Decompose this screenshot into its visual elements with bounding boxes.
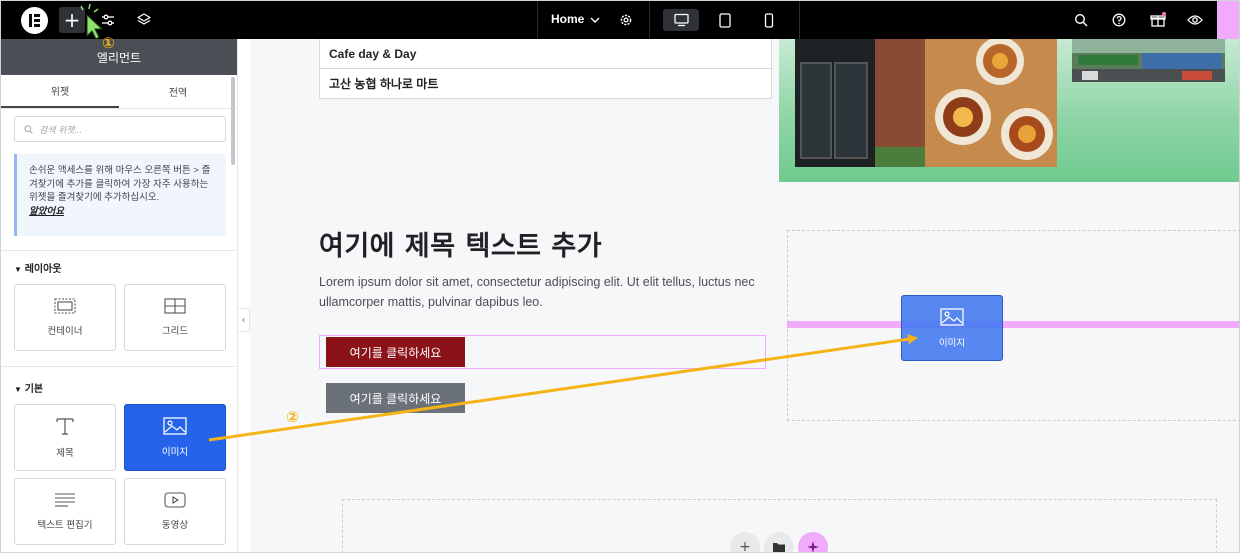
table-row: 고산 농협 하나로 마트 — [320, 69, 771, 99]
grid-icon — [164, 298, 186, 314]
folder-icon — [773, 543, 785, 552]
heading-widget[interactable]: 여기에 제목 텍스트 추가 — [319, 224, 602, 263]
plus-icon: + — [739, 539, 751, 553]
collapse-panel-button[interactable]: ‹ — [238, 308, 250, 332]
add-element-button[interactable]: + — [59, 7, 85, 33]
store-table: Cafe day & Day 고산 농협 하나로 마트 — [319, 39, 772, 99]
image-icon — [940, 307, 964, 326]
widget-label: 그리드 — [161, 326, 189, 337]
top-bar: + Home — [1, 1, 1239, 39]
widgets-panel: 엘리먼트 위젯 전역 검색 위젯... 손쉬운 액세스를 위해 마우스 오른쪽 … — [1, 39, 238, 552]
market-photo[interactable] — [1072, 39, 1225, 82]
divider — [1, 250, 238, 251]
sparkle-icon — [807, 541, 819, 552]
widget-video[interactable]: 동영상 — [124, 478, 226, 545]
container-icon — [54, 298, 76, 314]
tablet-icon — [719, 12, 731, 28]
tab-widgets[interactable]: 위젯 — [1, 75, 119, 108]
mobile-view-button[interactable] — [761, 12, 777, 28]
image-icon — [163, 417, 187, 435]
layers-icon — [137, 13, 151, 25]
drop-indicator — [787, 321, 1239, 328]
panel-title: 엘리먼트 — [1, 39, 237, 75]
divider — [649, 1, 650, 39]
widget-label: 텍스트 편집기 — [37, 520, 93, 531]
table-row: Cafe day & Day — [320, 39, 771, 69]
dismiss-link[interactable]: 알았어요 — [29, 205, 216, 219]
widget-image[interactable]: 이미지 — [124, 404, 226, 471]
search-icon — [24, 124, 33, 134]
sliders-icon — [102, 14, 114, 26]
eye-icon — [1187, 15, 1203, 25]
structure-button[interactable] — [135, 11, 153, 29]
click-here-button[interactable]: 여기를 클릭하세요 — [326, 337, 465, 367]
page-settings-button[interactable] — [618, 12, 634, 28]
widget-heading[interactable]: 제목 — [14, 404, 116, 471]
site-settings-button[interactable] — [99, 11, 117, 29]
step-marker-2: ② — [286, 408, 299, 426]
widget-label: 이미지 — [161, 447, 189, 458]
search-icon — [1074, 13, 1088, 27]
cafe-photo[interactable] — [795, 39, 1057, 167]
mobile-icon — [764, 12, 774, 28]
caret-down-icon: ▼ — [14, 385, 22, 394]
elementor-editor: + Home 엘리먼트 위젯 전역 검색 위젯... 손쉬운 액세스를 위해 마… — [0, 0, 1240, 553]
widget-grid[interactable]: 그리드 — [124, 284, 226, 351]
favorites-notice: 손쉬운 액세스를 위해 마우스 오른쪽 버튼 > 즐겨찾기에 추가를 클릭하여 … — [14, 154, 226, 236]
notice-text: 손쉬운 액세스를 위해 마우스 오른쪽 버튼 > 즐겨찾기에 추가를 클릭하여 … — [29, 165, 211, 203]
page-canvas: Cafe day & Day 고산 농협 하나로 마트 여기에 제목 텍스트 추… — [250, 39, 1239, 553]
widget-label: 제목 — [56, 448, 74, 459]
help-icon — [1112, 13, 1126, 27]
video-icon — [164, 492, 186, 508]
chevron-left-icon: ‹ — [241, 314, 246, 326]
search-input[interactable]: 검색 위젯... — [14, 116, 226, 142]
page-selector[interactable]: Home — [551, 12, 584, 26]
text-editor-icon — [55, 493, 75, 507]
heading-icon — [56, 418, 74, 435]
panel-tabs: 위젯 전역 — [1, 75, 237, 109]
drag-label: 이미지 — [938, 337, 966, 349]
divider — [799, 1, 800, 39]
chevron-down-icon[interactable] — [588, 13, 602, 27]
click-here-button-secondary[interactable]: 여기를 클릭하세요 — [326, 383, 465, 413]
section-layout-label: 레이아웃 — [24, 264, 62, 275]
help-button[interactable] — [1111, 12, 1127, 28]
widget-label: 컨테이너 — [47, 326, 83, 337]
widget-text-editor[interactable]: 텍스트 편집기 — [14, 478, 116, 545]
tab-global[interactable]: 전역 — [119, 75, 237, 108]
widget-label: 동영상 — [161, 520, 189, 531]
search-placeholder: 검색 위젯... — [39, 124, 83, 135]
caret-down-icon: ▼ — [14, 265, 22, 274]
dragged-image-widget[interactable]: 이미지 — [901, 295, 1003, 361]
section-basic[interactable]: ▼ 기본 — [14, 380, 43, 395]
step-marker-1: ① — [102, 34, 115, 52]
divider — [1, 366, 238, 367]
scrollbar[interactable] — [231, 77, 235, 165]
widget-container[interactable]: 컨테이너 — [14, 284, 116, 351]
finder-button[interactable] — [1073, 12, 1089, 28]
desktop-icon — [673, 12, 689, 28]
publish-area[interactable] — [1217, 1, 1239, 39]
divider — [537, 1, 538, 39]
gear-icon — [620, 14, 632, 26]
preview-button[interactable] — [1186, 12, 1204, 28]
whats-new-button[interactable] — [1149, 11, 1167, 29]
section-basic-label: 기본 — [24, 384, 44, 395]
image-section — [779, 39, 1239, 182]
text-editor-widget[interactable]: Lorem ipsum dolor sit amet, consectetur … — [319, 272, 789, 312]
tablet-view-button[interactable] — [717, 12, 733, 28]
gift-icon — [1150, 12, 1166, 27]
elementor-logo-icon[interactable] — [21, 7, 48, 34]
plus-icon: + — [63, 8, 81, 32]
section-layout[interactable]: ▼ 레이아웃 — [14, 260, 62, 275]
